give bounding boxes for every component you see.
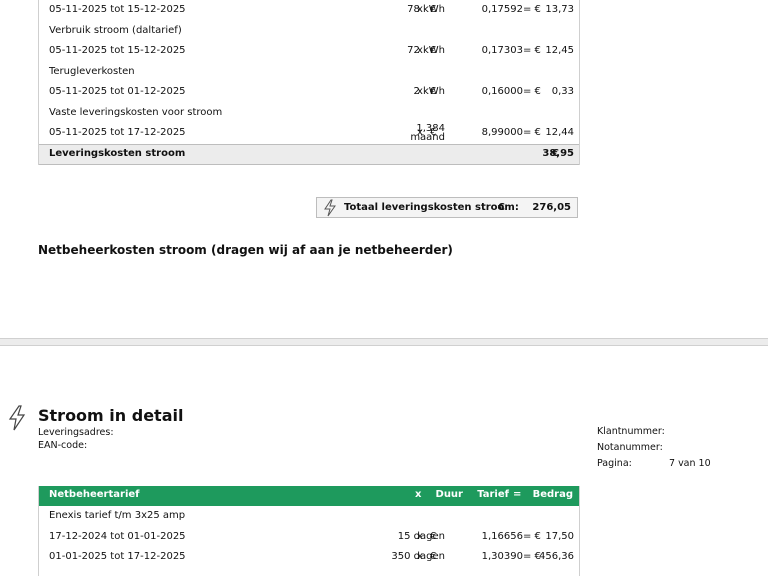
table-section-label: Terugleverkosten (49, 65, 135, 77)
table-row: 05-11-2025 tot 17-12-2025 1,384 maand x … (49, 123, 574, 143)
table-header: Netbeheertarief Duur x Tarief = Bedrag (39, 486, 579, 506)
table-row: 05-11-2025 tot 15-12-2025 72 kWh x € 0,1… (49, 45, 574, 56)
grid-tariff-table: Netbeheertarief Duur x Tarief = Bedrag E… (38, 486, 580, 576)
table-row: 05-11-2025 tot 01-12-2025 2 kWh x € 0,16… (49, 86, 574, 97)
subtotal-row: Leveringskosten stroom € 38,95 (39, 143, 579, 165)
total-supply-costs-box: Totaal leveringskosten stroom: € 276,05 (316, 197, 578, 218)
customer-number-label: Klantnummer: (597, 426, 665, 437)
delivery-address-label: Leveringsadres: (38, 427, 114, 438)
supply-costs-table: 05-11-2025 tot 15-12-2025 78 kWh x € 0,1… (38, 0, 580, 165)
ean-code-label: EAN-code: (38, 440, 88, 451)
table-row: 05-11-2025 tot 15-12-2025 78 kWh x € 0,1… (49, 4, 574, 15)
table-section-label: Verbruik stroom (daltarief) (49, 24, 182, 36)
page-label: Pagina: (597, 458, 632, 469)
lightning-bolt-icon (8, 405, 26, 431)
table-section-label: Enexis tarief t/m 3x25 amp (49, 510, 186, 521)
table-row: 17-12-2024 tot 01-01-2025 15 dagen x € 1… (49, 530, 574, 542)
invoice-page-6: 05-11-2025 tot 15-12-2025 78 kWh x € 0,1… (0, 0, 768, 338)
page-title: Stroom in detail (38, 406, 184, 425)
page-separator (0, 338, 768, 346)
invoice-number-label: Notanummer: (597, 442, 663, 453)
table-row: 01-01-2025 tot 17-12-2025 350 dagen x € … (49, 551, 574, 562)
page-number: 7 van 10 (669, 458, 711, 469)
table-section-label: Vaste leveringskosten voor stroom (49, 106, 223, 118)
invoice-page-7: Stroom in detail Leveringsadres: EAN-cod… (0, 346, 768, 576)
section-heading: Netbeheerkosten stroom (dragen wij af aa… (38, 243, 453, 257)
lightning-bolt-icon (324, 199, 336, 217)
